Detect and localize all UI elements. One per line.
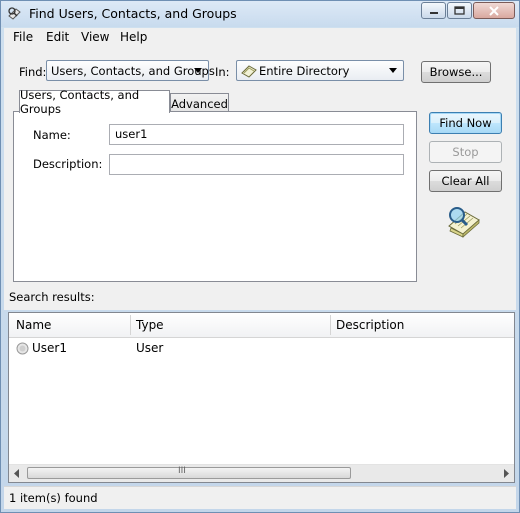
name-field-value: user1 <box>115 127 148 141</box>
scrollbar-thumb[interactable]: III <box>27 466 351 479</box>
search-animation-icon <box>448 207 480 238</box>
in-label: In: <box>215 65 230 79</box>
chevron-down-icon <box>389 68 397 73</box>
row-type: User <box>136 341 164 355</box>
close-icon <box>489 5 499 16</box>
close-button[interactable] <box>473 2 515 19</box>
description-label: Description: <box>33 157 103 171</box>
find-label: Find: <box>19 65 47 79</box>
results-header: Name Type Description <box>9 313 514 338</box>
horizontal-scrollbar[interactable]: III <box>9 464 514 482</box>
maximize-button[interactable] <box>447 2 472 19</box>
tab-panel: Name: user1 Description: <box>13 111 417 282</box>
menu-help[interactable]: Help <box>120 30 147 44</box>
search-panel: Find: Users, Contacts, and Groups In: En… <box>4 48 516 310</box>
name-label: Name: <box>33 128 71 142</box>
find-type-value: Users, Contacts, and Groups <box>51 64 215 78</box>
table-row[interactable]: User1 User <box>9 339 514 359</box>
stop-button[interactable]: Stop <box>429 141 502 163</box>
location-dropdown[interactable]: Entire Directory <box>236 60 404 81</box>
browse-button[interactable]: Browse... <box>421 61 491 83</box>
name-field[interactable]: user1 <box>109 124 404 145</box>
clear-all-button[interactable]: Clear All <box>429 170 502 192</box>
directory-icon <box>241 65 257 78</box>
search-results-label: Search results: <box>9 290 95 304</box>
status-bar: 1 item(s) found <box>4 486 516 509</box>
column-divider[interactable] <box>130 315 131 335</box>
menu-bar: File Edit View Help <box>4 28 516 48</box>
tab-advanced[interactable]: Advanced <box>170 93 229 113</box>
find-now-button[interactable]: Find Now <box>429 112 502 134</box>
directory-search-icon <box>8 7 21 20</box>
minimize-icon <box>429 11 438 14</box>
title-bar[interactable]: Find Users, Contacts, and Groups <box>1 1 519 27</box>
minimize-button[interactable] <box>421 2 446 19</box>
maximize-icon <box>454 6 465 15</box>
scroll-left-icon[interactable] <box>13 469 21 478</box>
menu-view[interactable]: View <box>81 30 109 44</box>
find-window: Find Users, Contacts, and Groups File Ed… <box>0 0 520 513</box>
scrollbar-grip: III <box>178 466 186 476</box>
tab-users-contacts-groups[interactable]: Users, Contacts, and Groups <box>19 88 170 116</box>
menu-edit[interactable]: Edit <box>46 30 69 44</box>
column-header-type[interactable]: Type <box>136 318 164 332</box>
column-header-description[interactable]: Description <box>336 318 404 332</box>
column-divider[interactable] <box>330 315 331 335</box>
status-text: 1 item(s) found <box>9 491 98 505</box>
find-type-dropdown[interactable]: Users, Contacts, and Groups <box>46 60 215 81</box>
column-header-name[interactable]: Name <box>16 318 51 332</box>
results-list[interactable]: Name Type Description User1 User III <box>8 312 515 483</box>
scroll-right-icon[interactable] <box>502 469 510 478</box>
row-name: User1 <box>32 341 67 355</box>
window-title: Find Users, Contacts, and Groups <box>29 6 237 21</box>
user-icon <box>16 342 29 355</box>
chevron-down-icon <box>194 68 202 73</box>
location-value: Entire Directory <box>259 64 350 78</box>
menu-file[interactable]: File <box>13 30 33 44</box>
description-field[interactable] <box>109 154 404 175</box>
